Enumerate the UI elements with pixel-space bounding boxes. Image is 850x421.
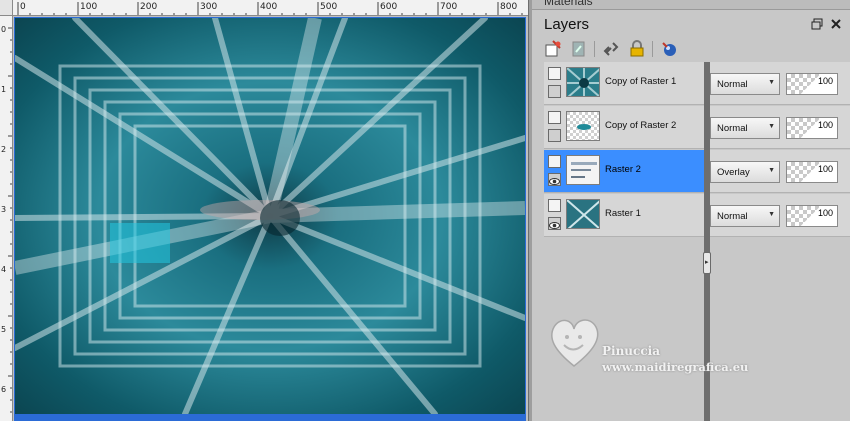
canvas-scroll-edge — [14, 415, 526, 421]
ruler-left: 0 1 2 3 4 5 6 — [0, 16, 13, 421]
materials-title: Materials — [544, 0, 593, 8]
ruler-label-0: 0 — [20, 2, 26, 12]
duplicate-layer-icon[interactable] — [570, 40, 588, 58]
layer-properties: Normal ▼ 100 — [710, 62, 850, 105]
layer-properties: Normal ▼ 100 — [710, 194, 850, 237]
blend-mode-value: Normal — [717, 211, 748, 222]
layers-title: Layers — [544, 16, 590, 33]
svg-text:0: 0 — [1, 25, 6, 34]
chevron-down-icon: ▼ — [768, 79, 775, 86]
layer-row[interactable]: Raster 1 — [544, 194, 704, 237]
layer-visibility-icon[interactable] — [548, 129, 561, 142]
blend-mode-value: Normal — [717, 79, 748, 90]
opacity-slider[interactable]: 100 — [786, 117, 838, 139]
watermark-url: www.maidiregrafica.eu — [602, 360, 749, 374]
blend-mode-select[interactable]: Normal ▼ — [710, 205, 780, 227]
materials-panel-collapsed[interactable]: Materials — [532, 0, 850, 10]
app-window: 0 100 200 300 400 500 600 700 800 0 1 2 3 4… — [0, 0, 850, 421]
layer-thumbnail — [566, 199, 600, 229]
opacity-slider[interactable]: 100 — [786, 205, 838, 227]
layer-name: Raster 1 — [605, 208, 641, 219]
layer-row[interactable]: Copy of Raster 2 — [544, 106, 704, 149]
svg-text:1: 1 — [1, 85, 6, 94]
ruler-top: 0 100 200 300 400 500 600 700 800 — [13, 0, 528, 16]
restore-icon[interactable] — [810, 18, 824, 32]
ruler-label-800: 800 — [500, 2, 518, 12]
new-layer-icon[interactable] — [544, 40, 562, 58]
opacity-value: 100 — [817, 164, 833, 174]
layer-name: Copy of Raster 1 — [605, 76, 677, 87]
ruler-label-400: 400 — [260, 2, 278, 12]
lock-icon[interactable] — [628, 40, 646, 58]
heart-logo-icon — [551, 319, 599, 367]
chevron-down-icon: ▼ — [768, 167, 775, 174]
right-panels: Materials Layers Copy of Raster 1 Copy o… — [532, 0, 850, 421]
eye-icon[interactable] — [548, 217, 561, 230]
blend-mode-select[interactable]: Normal ▼ — [710, 73, 780, 95]
ruler-label-300: 300 — [200, 2, 218, 12]
svg-text:4: 4 — [1, 265, 6, 274]
image-canvas[interactable] — [14, 17, 526, 415]
opacity-value: 100 — [817, 76, 833, 86]
ruler-label-600: 600 — [380, 2, 398, 12]
layers-list: Copy of Raster 1 Copy of Raster 2 Raster… — [532, 62, 850, 421]
layer-thumbnail — [566, 155, 600, 185]
layer-thumbnail — [566, 111, 600, 141]
layer-thumbnail — [566, 67, 600, 97]
layers-toolbar — [532, 37, 850, 62]
blend-mode-select[interactable]: Normal ▼ — [710, 117, 780, 139]
opacity-value: 100 — [817, 208, 833, 218]
chevron-down-icon: ▼ — [768, 123, 775, 130]
opacity-slider[interactable]: 100 — [786, 161, 838, 183]
layer-name: Copy of Raster 2 — [605, 120, 677, 131]
eye-icon[interactable] — [548, 173, 561, 186]
canvas-area: 0 100 200 300 400 500 600 700 800 0 1 2 3 4… — [0, 0, 528, 421]
layer-row[interactable]: Copy of Raster 1 — [544, 62, 704, 105]
layer-lock-toggle-icon[interactable] — [548, 199, 561, 212]
ruler-corner — [0, 0, 13, 16]
splitter-grip[interactable]: ▸ — [703, 252, 711, 274]
layer-lock-toggle-icon[interactable] — [548, 67, 561, 80]
ruler-label-700: 700 — [440, 2, 458, 12]
layer-lock-toggle-icon[interactable] — [548, 155, 561, 168]
blend-mode-value: Overlay — [717, 167, 750, 178]
svg-text:2: 2 — [1, 145, 6, 154]
ruler-label-500: 500 — [320, 2, 338, 12]
layer-row-selected[interactable]: Raster 2 — [544, 150, 704, 193]
blend-mode-value: Normal — [717, 123, 748, 134]
layer-properties: Overlay ▼ 100 — [710, 150, 850, 193]
layers-panel-header: Layers — [532, 11, 850, 37]
opacity-value: 100 — [817, 120, 833, 130]
layer-properties: Normal ▼ 100 — [710, 106, 850, 149]
svg-text:6: 6 — [1, 385, 6, 394]
mask-icon[interactable] — [660, 40, 678, 58]
ruler-label-200: 200 — [140, 2, 158, 12]
link-icon[interactable] — [602, 40, 620, 58]
svg-text:3: 3 — [1, 205, 6, 214]
opacity-slider[interactable]: 100 — [786, 73, 838, 95]
ruler-label-100: 100 — [80, 2, 98, 12]
layer-lock-toggle-icon[interactable] — [548, 111, 561, 124]
watermark: Pinuccia www.maidiregrafica.eu — [546, 312, 776, 382]
layer-name: Raster 2 — [605, 164, 641, 175]
blend-mode-select[interactable]: Overlay ▼ — [710, 161, 780, 183]
watermark-name: Pinuccia — [602, 344, 660, 358]
svg-text:5: 5 — [1, 325, 6, 334]
chevron-down-icon: ▼ — [768, 211, 775, 218]
close-icon[interactable] — [829, 18, 843, 32]
layer-visibility-icon[interactable] — [548, 85, 561, 98]
